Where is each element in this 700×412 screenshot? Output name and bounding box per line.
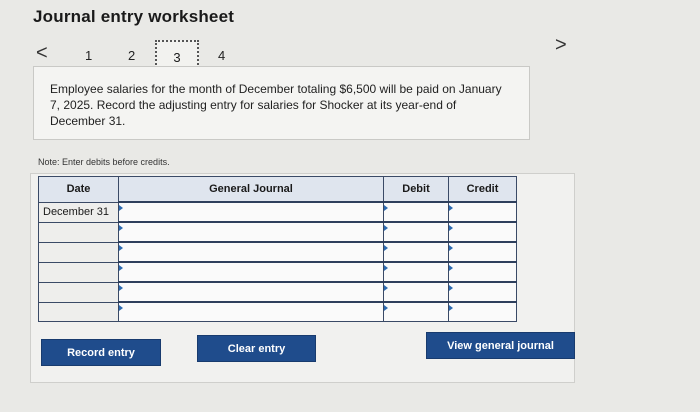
clear-entry-button[interactable]: Clear entry — [197, 335, 316, 362]
table-row: December 31 — [38, 201, 517, 223]
date-cell — [38, 221, 119, 243]
debit-input[interactable] — [383, 281, 449, 303]
page-1-link[interactable]: 1 — [85, 48, 92, 63]
debit-input[interactable] — [383, 261, 449, 283]
account-input[interactable] — [118, 221, 384, 243]
account-input[interactable] — [118, 301, 384, 322]
prompt-text: Employee salaries for the month of Decem… — [50, 82, 502, 128]
date-cell: December 31 — [38, 201, 119, 223]
debit-input[interactable] — [383, 241, 449, 263]
credit-input[interactable] — [448, 301, 517, 322]
date-cell — [38, 281, 119, 303]
credit-input[interactable] — [448, 261, 517, 283]
account-input[interactable] — [118, 281, 384, 303]
note-text: Note: Enter debits before credits. — [38, 157, 170, 167]
credit-header: Credit — [448, 176, 517, 203]
journal-table: Date General Journal Debit Credit Decemb… — [38, 176, 517, 322]
date-header: Date — [38, 176, 119, 203]
credit-input[interactable] — [448, 281, 517, 303]
date-cell — [38, 301, 119, 322]
account-input[interactable] — [118, 241, 384, 263]
page-4-link[interactable]: 4 — [218, 48, 225, 63]
view-general-journal-button[interactable]: View general journal — [426, 332, 575, 359]
credit-input[interactable] — [448, 201, 517, 223]
account-input[interactable] — [118, 201, 384, 223]
table-row — [38, 301, 517, 322]
page-2-link[interactable]: 2 — [128, 48, 135, 63]
table-row — [38, 241, 517, 263]
record-entry-button[interactable]: Record entry — [41, 339, 161, 366]
debit-input[interactable] — [383, 221, 449, 243]
debit-header: Debit — [383, 176, 449, 203]
date-cell — [38, 241, 119, 263]
chevron-left-icon[interactable]: < — [36, 42, 48, 65]
table-row — [38, 281, 517, 303]
table-row — [38, 221, 517, 243]
date-cell — [38, 261, 119, 283]
credit-input[interactable] — [448, 221, 517, 243]
question-prompt: Employee salaries for the month of Decem… — [33, 66, 530, 140]
account-input[interactable] — [118, 261, 384, 283]
credit-input[interactable] — [448, 241, 517, 263]
debit-input[interactable] — [383, 301, 449, 322]
debit-input[interactable] — [383, 201, 449, 223]
chevron-right-icon[interactable]: > — [555, 34, 567, 57]
general-journal-header: General Journal — [118, 176, 384, 203]
page-title: Journal entry worksheet — [33, 7, 235, 26]
table-row — [38, 261, 517, 283]
